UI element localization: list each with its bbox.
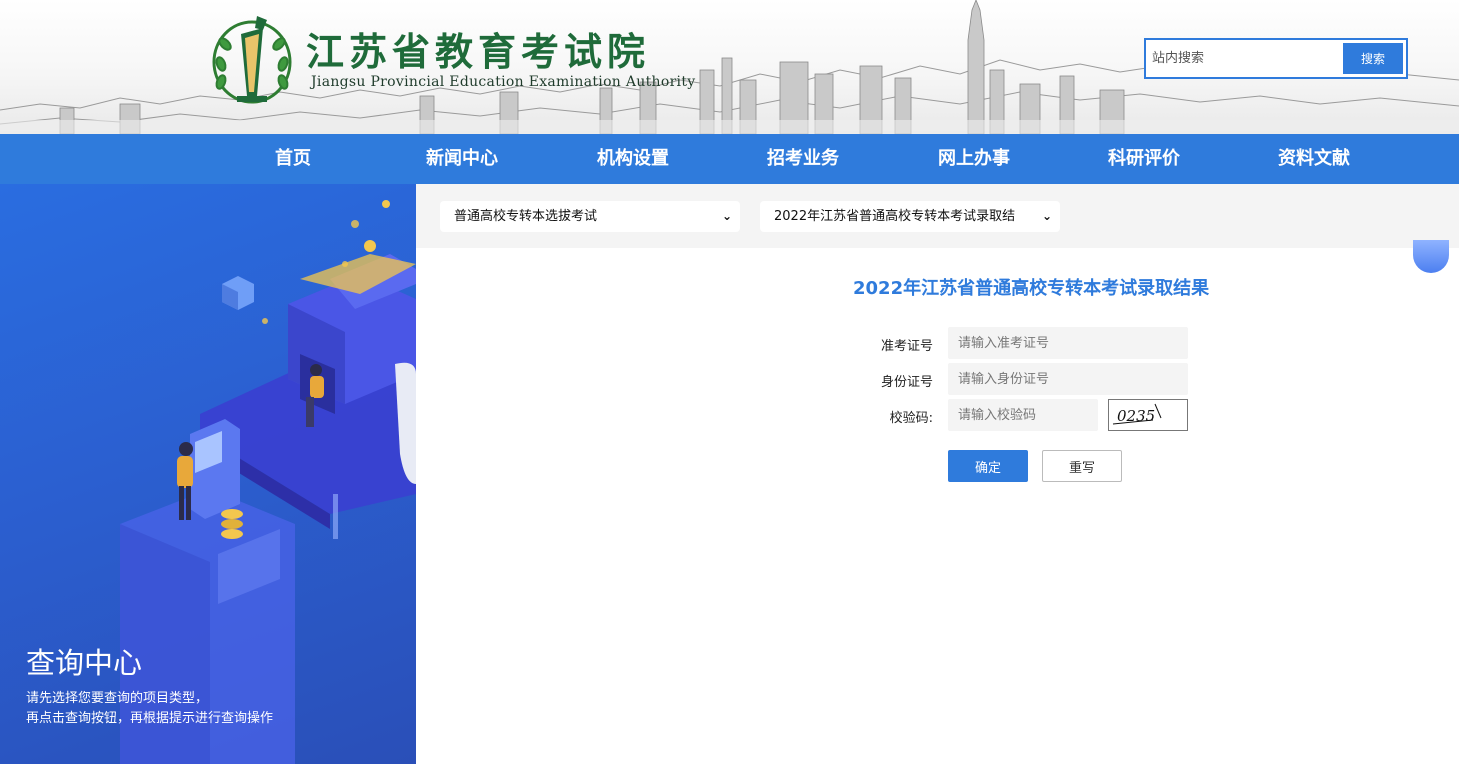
captcha-input[interactable] xyxy=(948,399,1098,431)
exam-type-select-value: 普通高校专转本选拔考试 xyxy=(454,209,598,224)
search-input[interactable] xyxy=(1152,44,1340,73)
nav-item-organization[interactable]: 机构设置 xyxy=(597,134,669,184)
site-search: 搜索 xyxy=(1144,38,1408,79)
nav-item-online-services[interactable]: 网上办事 xyxy=(938,134,1010,184)
query-item-select[interactable]: 2022年江苏省普通高校专转本考试录取结 ⌄ xyxy=(760,201,1060,232)
nav-item-news[interactable]: 新闻中心 xyxy=(426,134,498,184)
query-item-select-value: 2022年江苏省普通高校专转本考试录取结 xyxy=(774,209,1016,224)
confirm-button[interactable]: 确定 xyxy=(948,450,1028,482)
ticket-number-input[interactable] xyxy=(948,327,1188,359)
ticket-number-label: 准考证号 xyxy=(880,339,933,354)
query-center-title: 查询中心 xyxy=(26,646,143,680)
query-selector-bar: 普通高校专转本选拔考试 ⌄ 2022年江苏省普通高校专转本考试录取结 ⌄ xyxy=(416,184,1459,248)
captcha-image[interactable]: 0235 xyxy=(1108,399,1188,431)
nav-item-home[interactable]: 首页 xyxy=(275,134,311,184)
query-center-banner: 查询中心 请先选择您要查询的项目类型， 再点击查询按钮，再根据提示进行查询操作 xyxy=(0,184,416,764)
chevron-down-icon: ⌄ xyxy=(1041,209,1052,223)
site-header: 江苏省教育考试院 Jiangsu Provincial Education Ex… xyxy=(0,0,1459,134)
query-result-title: 2022年江苏省普通高校专转本考试录取结果 xyxy=(853,278,1210,299)
exam-type-select[interactable]: 普通高校专转本选拔考试 ⌄ xyxy=(440,201,740,232)
query-center-instruction-line1: 请先选择您要查询的项目类型， xyxy=(26,691,209,706)
nav-item-documents[interactable]: 资料文献 xyxy=(1278,134,1350,184)
site-title-english: Jiangsu Provincial Education Examination… xyxy=(311,74,696,90)
captcha-image-drawing: 0235 xyxy=(1112,403,1162,425)
nav-item-admissions[interactable]: 招考业务 xyxy=(767,134,839,184)
back-to-top-icon[interactable] xyxy=(1413,240,1449,273)
authority-logo xyxy=(212,16,292,104)
chevron-down-icon: ⌄ xyxy=(721,209,732,223)
reset-button[interactable]: 重写 xyxy=(1042,450,1122,482)
nav-item-research[interactable]: 科研评价 xyxy=(1108,134,1180,184)
captcha-label: 校验码: xyxy=(889,411,933,426)
id-number-input[interactable] xyxy=(948,363,1188,395)
main-nav: 首页 新闻中心 机构设置 招考业务 网上办事 科研评价 资料文献 xyxy=(0,134,1459,184)
site-title: 江苏省教育考试院 xyxy=(306,30,651,74)
search-button[interactable]: 搜索 xyxy=(1343,43,1403,74)
query-center-instruction-line2: 再点击查询按钮，再根据提示进行查询操作 xyxy=(26,711,274,726)
id-number-label: 身份证号 xyxy=(880,375,933,390)
captcha-text: 0235 xyxy=(1117,407,1155,425)
